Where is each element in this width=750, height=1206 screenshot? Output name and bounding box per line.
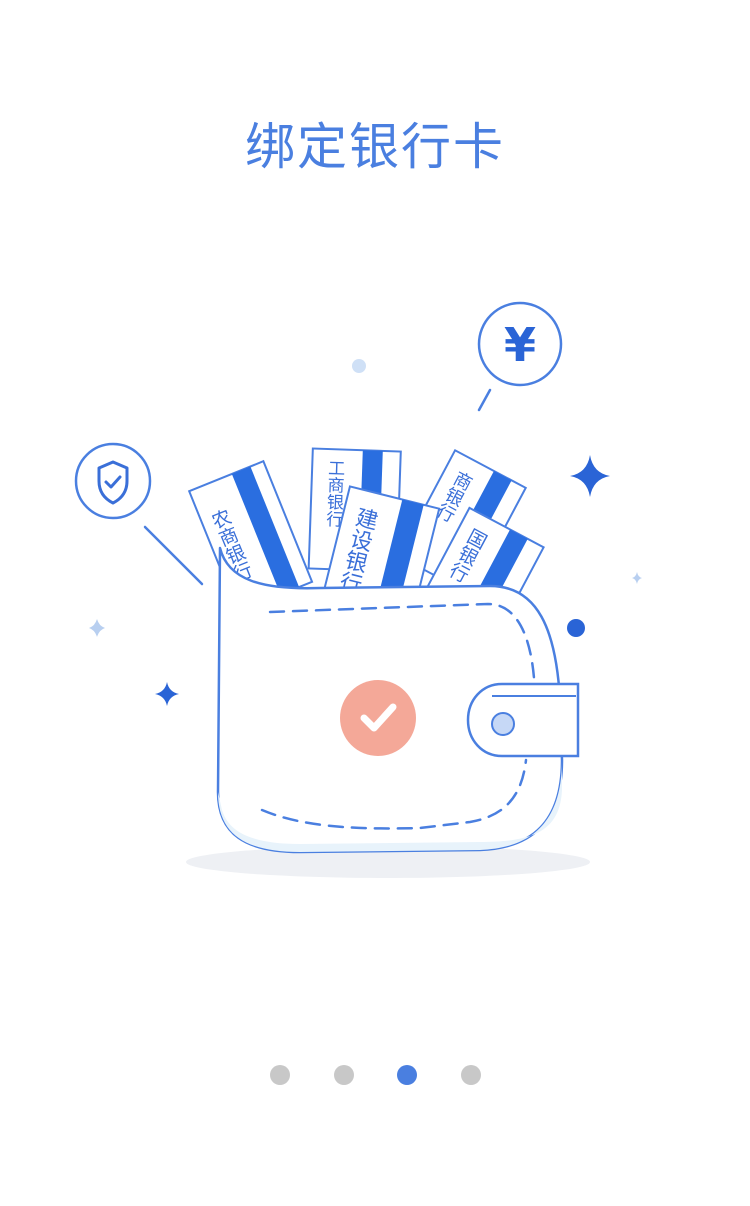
page-dot-2[interactable] <box>333 1065 354 1085</box>
decor-dot-blue <box>567 619 585 637</box>
coin-connector-line <box>477 388 492 412</box>
page-dot-3[interactable] <box>397 1065 417 1085</box>
clasp-button <box>491 712 515 736</box>
shield-check-icon <box>74 442 152 520</box>
onboarding-page: 绑定银行卡 ¥ 农商银行 工商银行 商银行 国银行 建设银行 <box>0 0 750 1206</box>
page-indicator <box>0 1064 750 1086</box>
wallet-illustration: ¥ 农商银行 工商银行 商银行 国银行 建设银行 <box>74 301 642 878</box>
sparkle-icon <box>570 455 610 497</box>
page-title: 绑定银行卡 <box>245 118 505 176</box>
sparkle-icon-light <box>89 619 105 637</box>
page-dot-1[interactable] <box>270 1065 290 1085</box>
yen-symbol: ¥ <box>504 318 536 372</box>
decor-dot-light <box>352 359 366 373</box>
shield-connector-line <box>143 525 204 586</box>
sparkle-icon-small <box>155 682 179 706</box>
page-dot-4[interactable] <box>460 1065 481 1085</box>
yen-coin-icon: ¥ <box>477 301 563 387</box>
check-badge <box>340 680 416 756</box>
wallet-clasp <box>466 682 580 758</box>
sparkle-icon-tiny <box>632 572 642 584</box>
